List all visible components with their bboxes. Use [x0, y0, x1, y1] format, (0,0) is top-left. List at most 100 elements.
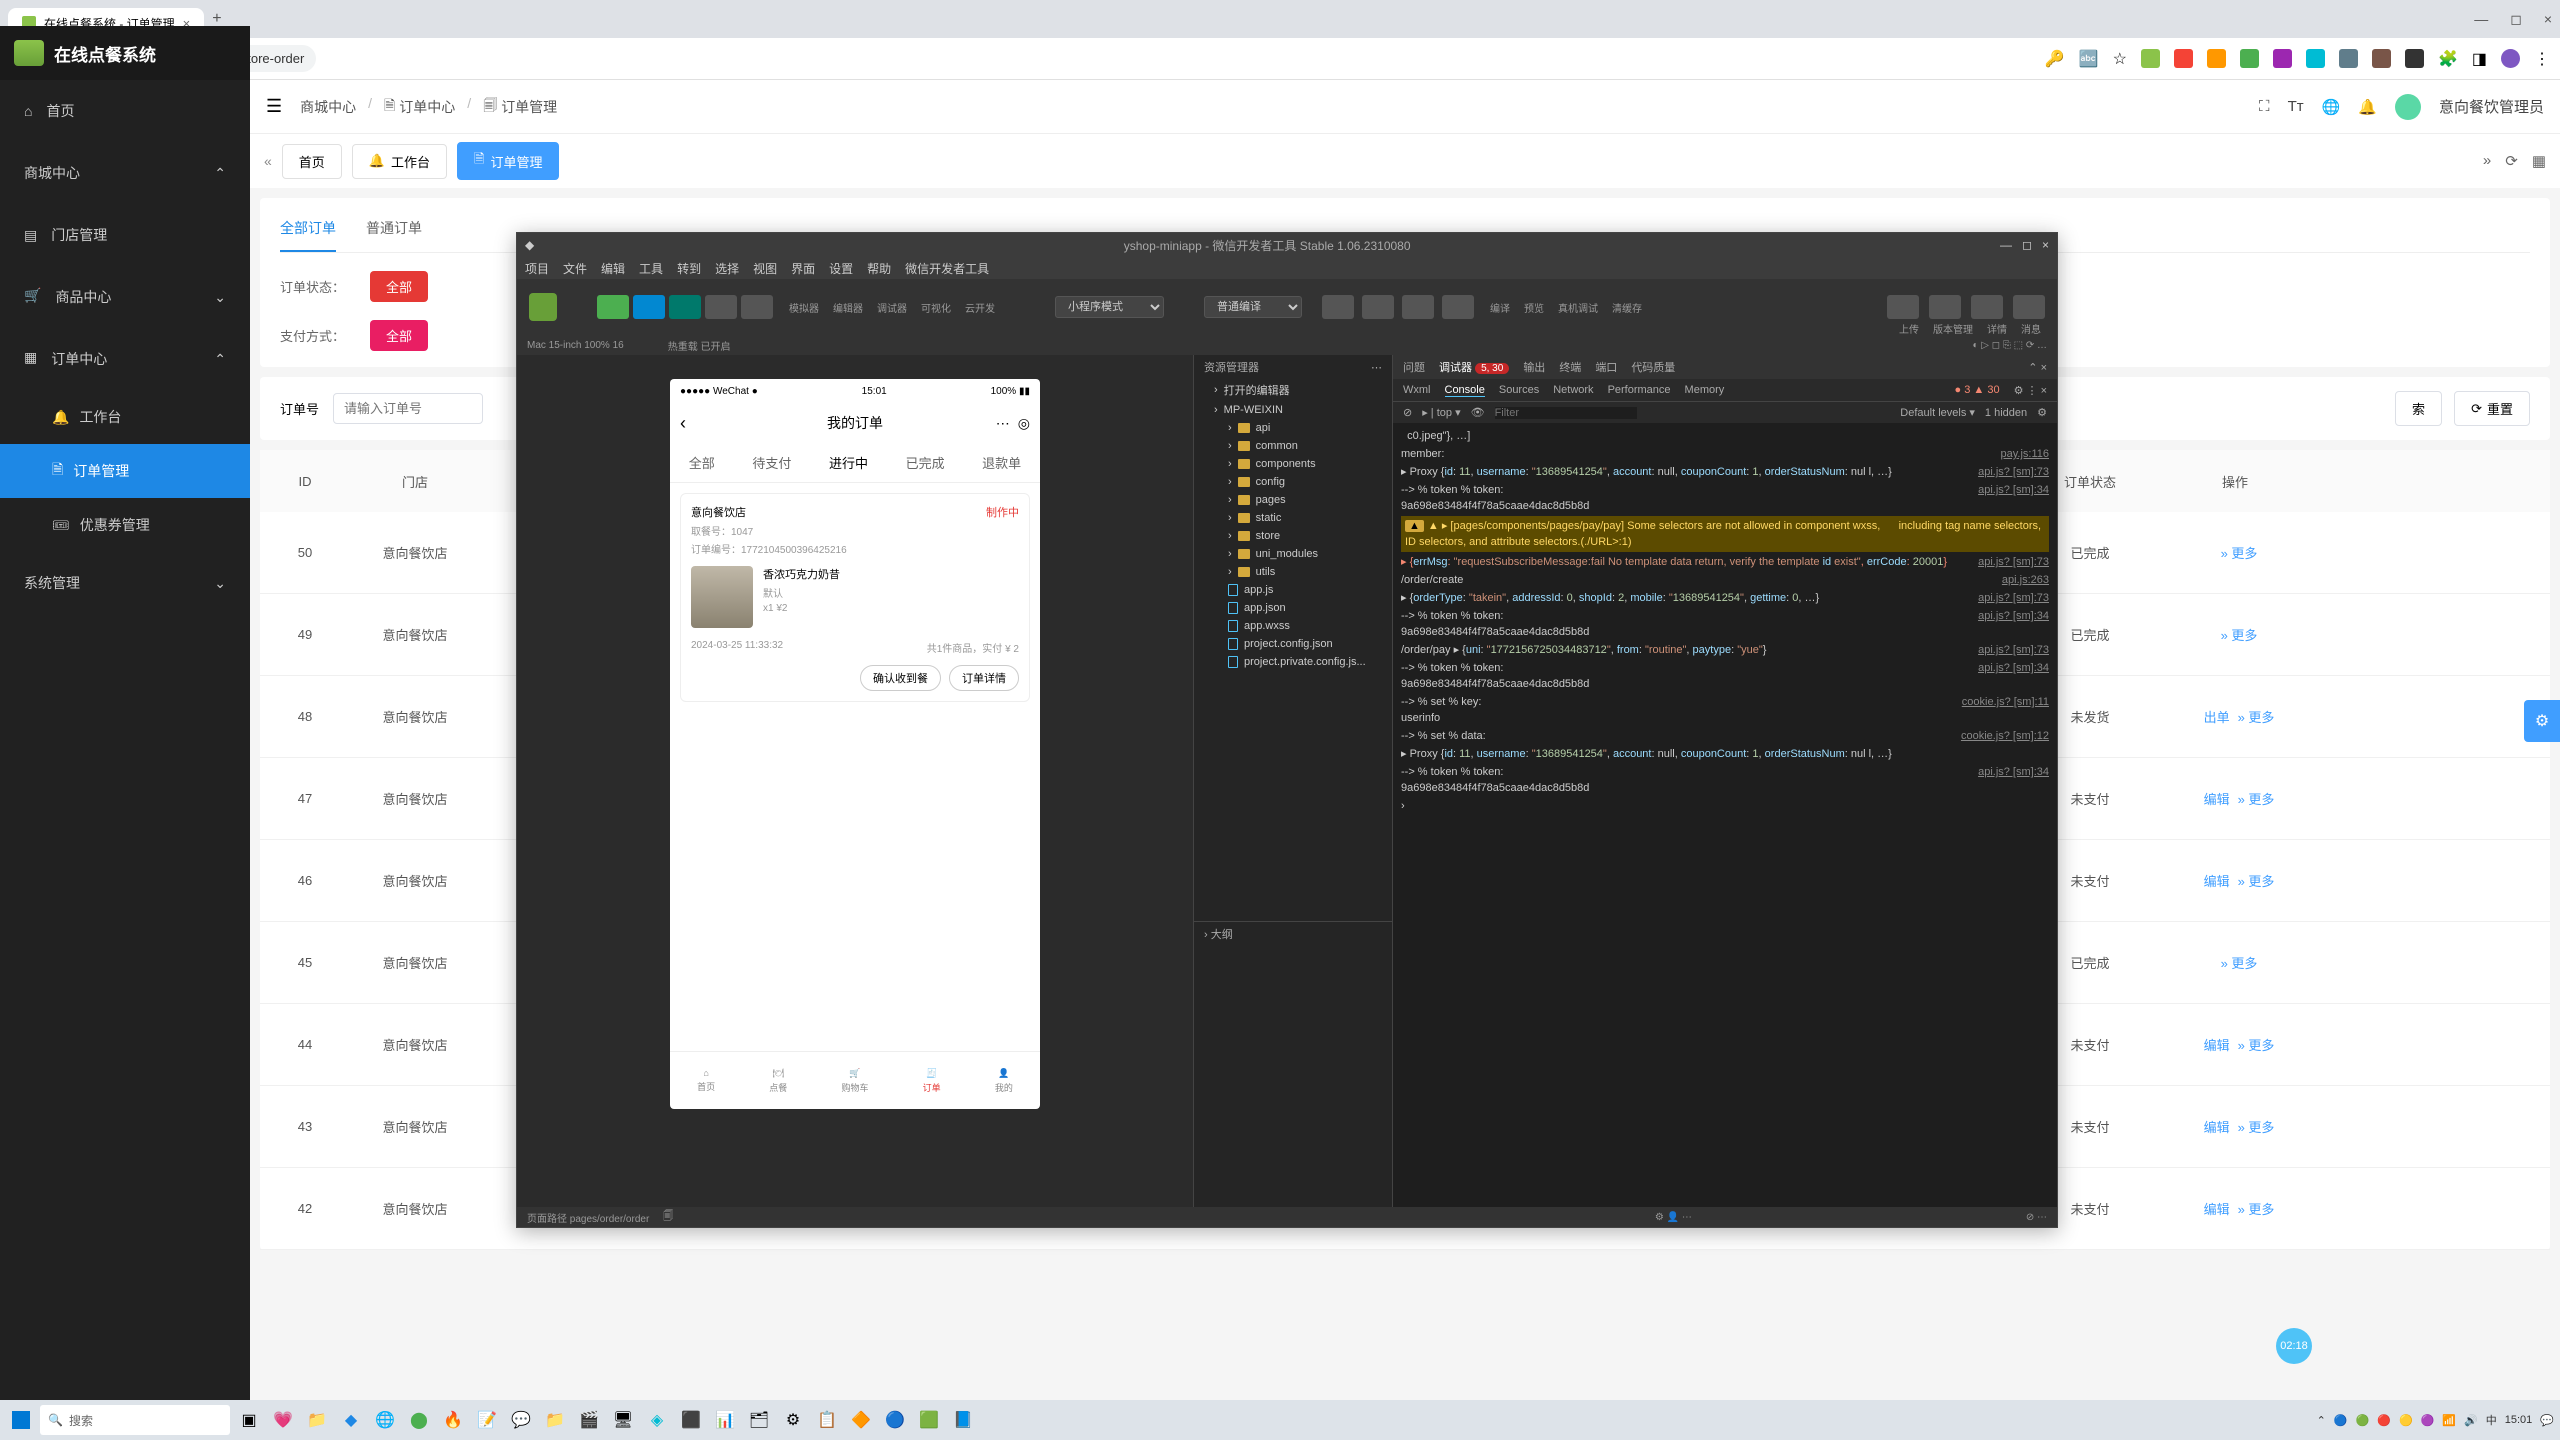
bug-button[interactable] — [669, 295, 701, 319]
tabbar-item[interactable]: ⌂首页 — [697, 1068, 715, 1093]
reset-button[interactable]: ⟳重置 — [2454, 391, 2530, 426]
gear-icon[interactable]: ⚙ — [2037, 406, 2047, 419]
app-icon[interactable]: 📋 — [812, 1405, 842, 1435]
app-icon[interactable]: 📁 — [540, 1405, 570, 1435]
ext-icon[interactable] — [2240, 49, 2259, 68]
order-tab[interactable]: 进行中 — [829, 453, 868, 472]
devtools-subtab[interactable]: Console — [1445, 384, 1485, 397]
ext-icon[interactable] — [2141, 49, 2160, 68]
sidebar-group-mall[interactable]: 商城中心 ⌃ — [0, 142, 250, 204]
extensions-icon[interactable]: 🧩 — [2438, 49, 2458, 69]
ext-icon[interactable] — [2306, 49, 2325, 68]
minimize-icon[interactable]: — — [2000, 238, 2012, 252]
eye-icon[interactable]: 👁 — [1471, 406, 1485, 419]
expand-tabs-icon[interactable]: » — [2483, 152, 2491, 170]
sidebar-item-home[interactable]: ⌂ 首页 — [0, 80, 250, 142]
menu-item[interactable]: 项目 — [525, 260, 549, 277]
wifi-icon[interactable]: 📶 — [2442, 1414, 2456, 1427]
version-button[interactable] — [1929, 295, 1961, 319]
ext-icon[interactable] — [2405, 49, 2424, 68]
tree-item[interactable]: project.config.json — [1194, 635, 1392, 653]
app-icon[interactable]: 🟩 — [914, 1405, 944, 1435]
settings-float-button[interactable]: ⚙ — [2524, 700, 2560, 742]
panel-icon[interactable]: ◨ — [2472, 49, 2487, 69]
start-button[interactable] — [6, 1405, 36, 1435]
ime-icon[interactable]: 中 — [2486, 1412, 2497, 1428]
menu-item[interactable]: 工具 — [639, 260, 663, 277]
device-debug-button[interactable] — [1402, 295, 1434, 319]
menu-item[interactable]: 帮助 — [867, 260, 891, 277]
devtools-subtab[interactable]: Network — [1553, 384, 1593, 396]
app-icon[interactable]: 🔶 — [846, 1405, 876, 1435]
user-name[interactable]: 意向餐饮管理员 — [2439, 96, 2544, 117]
app-icon[interactable]: 💗 — [268, 1405, 298, 1435]
debugger-tab[interactable]: 问题 — [1403, 359, 1425, 375]
context-select[interactable]: ▸ | top ▾ — [1422, 406, 1460, 419]
devtools-menubar[interactable]: 项目文件编辑工具转到选择视图界面设置帮助微信开发者工具 — [517, 257, 2057, 279]
app-icon[interactable]: 📝 — [472, 1405, 502, 1435]
translate-icon[interactable]: 🔤 — [2079, 49, 2099, 69]
tabbar-item[interactable]: 🍽点餐 — [769, 1068, 787, 1094]
task-view-icon[interactable]: ▣ — [234, 1405, 264, 1435]
row-action[interactable]: 编辑 — [2204, 1120, 2230, 1135]
app-icon[interactable]: ◈ — [642, 1405, 672, 1435]
row-action[interactable]: » 更多 — [2238, 874, 2275, 889]
confirm-receive-button[interactable]: 确认收到餐 — [860, 665, 941, 691]
app-icon[interactable]: 🗂 — [744, 1405, 774, 1435]
tab-home[interactable]: 首页 — [282, 144, 342, 179]
app-icon[interactable]: 🔵 — [880, 1405, 910, 1435]
message-button[interactable] — [2013, 295, 2045, 319]
tree-item[interactable]: ›static — [1194, 509, 1392, 527]
tray-icon[interactable]: 🟣 — [2421, 1414, 2435, 1427]
row-action[interactable]: » 更多 — [2221, 956, 2258, 971]
devtools-subtab[interactable]: Performance — [1608, 384, 1671, 396]
app-icon[interactable]: 🌐 — [370, 1405, 400, 1435]
row-action[interactable]: 编辑 — [2204, 792, 2230, 807]
app-icon[interactable]: ⬤ — [404, 1405, 434, 1435]
row-action[interactable]: » 更多 — [2221, 546, 2258, 561]
key-icon[interactable]: 🔑 — [2045, 49, 2065, 69]
cloud-button[interactable] — [741, 295, 773, 319]
menu-item[interactable]: 设置 — [829, 260, 853, 277]
row-action[interactable]: » 更多 — [2238, 1120, 2275, 1135]
menu-icon[interactable]: ⋮ — [2534, 49, 2550, 69]
order-tab[interactable]: 已完成 — [906, 453, 945, 472]
menu-item[interactable]: 视图 — [753, 260, 777, 277]
menu-item[interactable]: 界面 — [791, 260, 815, 277]
order-tab[interactable]: 退款单 — [982, 453, 1021, 472]
order-tab[interactable]: 全部 — [689, 453, 715, 472]
app-icon[interactable]: 🎬 — [574, 1405, 604, 1435]
tree-item[interactable]: ›components — [1194, 455, 1392, 473]
tray-icon[interactable]: 🔴 — [2377, 1414, 2391, 1427]
mode-select[interactable]: 小程序模式 — [1055, 296, 1164, 318]
row-action[interactable]: » 更多 — [2238, 792, 2275, 807]
tray-icon[interactable]: ⌃ — [2317, 1414, 2326, 1427]
tabbar-item[interactable]: 🛒购物车 — [841, 1068, 868, 1094]
text-size-icon[interactable]: Tᴛ — [2288, 98, 2304, 115]
collapse-tabs-icon[interactable]: « — [264, 153, 272, 169]
ext-icon[interactable] — [2207, 49, 2226, 68]
debugger-tab[interactable]: 端口 — [1595, 359, 1617, 375]
row-action[interactable]: 编辑 — [2204, 874, 2230, 889]
compile-select[interactable]: 普通编译 — [1204, 296, 1302, 318]
menu-item[interactable]: 转到 — [677, 260, 701, 277]
tab-order-mgmt[interactable]: 🗎订单管理 — [457, 142, 559, 180]
taskbar-search[interactable]: 🔍搜索 — [40, 1405, 230, 1435]
timer-badge[interactable]: 02:18 — [2276, 1328, 2312, 1364]
app-icon[interactable]: 🖥 — [608, 1405, 638, 1435]
order-detail-button[interactable]: 订单详情 — [949, 665, 1019, 691]
row-action[interactable]: 出单 — [2204, 710, 2230, 725]
clock[interactable]: 15:01 — [2505, 1414, 2533, 1426]
tree-item[interactable]: ›common — [1194, 437, 1392, 455]
app-icon[interactable]: 📊 — [710, 1405, 740, 1435]
devtools-subtab[interactable]: Wxml — [1403, 384, 1431, 396]
menu-item[interactable]: 文件 — [563, 260, 587, 277]
sidebar-sub-coupon[interactable]: 🎟 优惠券管理 — [0, 498, 250, 552]
ban-icon[interactable]: ⊘ — [1403, 406, 1412, 419]
sidebar-group-system[interactable]: 系统管理 ⌄ — [0, 552, 250, 614]
sidebar-item-product[interactable]: 🛒商品中心 ⌄ — [0, 266, 250, 328]
sidebar-sub-order-mgmt[interactable]: 🗎 订单管理 — [0, 444, 250, 498]
tray-icon[interactable]: 🟡 — [2399, 1414, 2413, 1427]
tray-icon[interactable]: 🟢 — [2356, 1414, 2370, 1427]
app-icon[interactable]: 📘 — [948, 1405, 978, 1435]
